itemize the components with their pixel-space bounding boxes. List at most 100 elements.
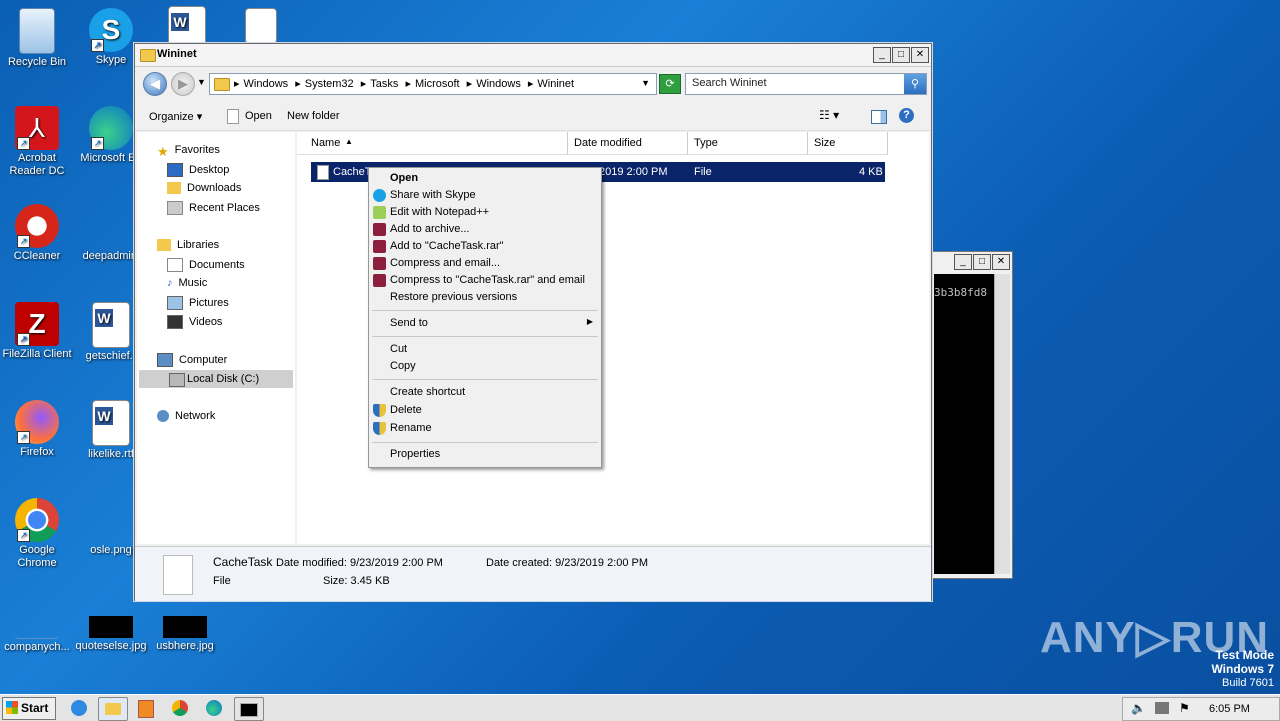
search-box[interactable]: Search Wininet ⚲ bbox=[685, 73, 927, 95]
network-icon bbox=[157, 410, 169, 423]
menu-item-create-shortcut[interactable]: Create shortcut bbox=[390, 386, 465, 398]
breadcrumb-item[interactable]: Windows bbox=[244, 78, 289, 90]
network-tray-icon[interactable] bbox=[1155, 702, 1169, 714]
maximize-button[interactable]: □ bbox=[892, 47, 910, 63]
title-bar[interactable]: Wininet _ □ ✕ bbox=[135, 44, 931, 67]
new-folder-button[interactable]: New folder bbox=[287, 110, 340, 122]
menu-item-rename[interactable]: Rename bbox=[390, 422, 432, 434]
maximize-button[interactable]: □ bbox=[973, 254, 991, 270]
window-title: Wininet bbox=[157, 48, 197, 60]
desktop-icon-companych[interactable]: companych... bbox=[0, 616, 74, 654]
help-icon[interactable]: ? bbox=[899, 108, 914, 123]
blank-file-icon bbox=[89, 204, 133, 248]
back-button[interactable]: ◀ bbox=[143, 72, 167, 96]
breadcrumb-item[interactable]: Windows bbox=[476, 78, 521, 90]
desktop-icon-chrome[interactable]: ↗ Google Chrome bbox=[0, 498, 74, 570]
desktop-icon-filezilla[interactable]: Z ↗ FileZilla Client bbox=[0, 302, 74, 361]
image-file-icon bbox=[89, 498, 133, 542]
search-input[interactable]: Search Wininet bbox=[692, 77, 767, 89]
system-tray: 🔈 ⚑ 6:05 PM bbox=[1122, 697, 1280, 721]
navigation-pane: ★ Favorites Desktop Downloads Recent Plac… bbox=[137, 132, 295, 544]
desktop-icon-ccleaner[interactable]: ↗ CCleaner bbox=[0, 204, 74, 263]
navigation-bar: ◀ ▶ ▼ ▸ Windows ▸ System32 ▸ Tasks ▸ Microso… bbox=[135, 68, 931, 98]
nav-computer[interactable]: Computer bbox=[157, 353, 227, 367]
nav-pictures[interactable]: Pictures bbox=[167, 296, 229, 310]
address-bar[interactable]: ▸ Windows ▸ System32 ▸ Tasks ▸ Microsoft ▸ Wi… bbox=[209, 73, 657, 95]
taskbar-chrome-icon[interactable] bbox=[166, 697, 194, 719]
taskbar-cmd-icon[interactable] bbox=[234, 697, 264, 721]
menu-item-compress-email[interactable]: Compress and email... bbox=[390, 257, 500, 269]
details-date-modified: Date modified: 9/23/2019 2:00 PM bbox=[276, 557, 443, 569]
preview-pane-icon[interactable] bbox=[871, 110, 887, 124]
refresh-button[interactable]: ⟳ bbox=[659, 74, 681, 94]
column-header-name[interactable]: Name ▲ bbox=[297, 132, 568, 155]
nav-desktop[interactable]: Desktop bbox=[167, 163, 229, 177]
cmd-scrollbar[interactable] bbox=[994, 274, 1010, 574]
folder-icon bbox=[140, 49, 156, 62]
nav-music[interactable]: ♪ Music bbox=[167, 277, 207, 289]
desktop-icon-usbhere[interactable]: usbhere.jpg bbox=[148, 616, 222, 653]
file-name: CacheT bbox=[333, 166, 372, 178]
menu-item-share-skype[interactable]: Share with Skype bbox=[390, 189, 476, 201]
chrome-icon: ↗ bbox=[15, 498, 59, 542]
nav-favorites[interactable]: ★ Favorites bbox=[157, 144, 220, 159]
menu-item-add-archive[interactable]: Add to archive... bbox=[390, 223, 470, 235]
breadcrumb-item[interactable]: System32 bbox=[305, 78, 354, 90]
taskbar-media-player-icon[interactable] bbox=[132, 697, 160, 719]
menu-item-restore-versions[interactable]: Restore previous versions bbox=[390, 291, 517, 303]
search-icon[interactable]: ⚲ bbox=[904, 74, 926, 94]
cmd-console[interactable] bbox=[934, 274, 994, 574]
nav-downloads[interactable]: Downloads bbox=[167, 182, 241, 195]
nav-recent-places[interactable]: Recent Places bbox=[167, 201, 260, 215]
desktop-icon-acrobat[interactable]: ⅄ ↗ Acrobat Reader DC bbox=[0, 106, 74, 178]
breadcrumb-item[interactable]: Wininet bbox=[537, 78, 574, 90]
breadcrumb-item[interactable]: Microsoft bbox=[415, 78, 460, 90]
recent-pages-chevron-icon[interactable]: ▼ bbox=[197, 77, 206, 87]
clock[interactable]: 6:05 PM bbox=[1209, 703, 1250, 715]
menu-item-edit-notepad[interactable]: Edit with Notepad++ bbox=[390, 206, 489, 218]
column-header-size[interactable]: Size bbox=[808, 132, 888, 155]
desktop-icon-settings-file[interactable] bbox=[224, 8, 298, 46]
menu-item-properties[interactable]: Properties bbox=[390, 448, 440, 460]
desktop-icon-quoteselse[interactable]: quoteselse.jpg bbox=[74, 616, 148, 653]
column-header-type[interactable]: Type bbox=[688, 132, 808, 155]
nav-local-disk[interactable]: Local Disk (C:) bbox=[139, 370, 293, 388]
taskbar-edge-icon[interactable] bbox=[200, 697, 228, 719]
menu-item-copy[interactable]: Copy bbox=[390, 360, 416, 372]
nav-videos[interactable]: Videos bbox=[167, 315, 222, 329]
breadcrumb-item[interactable]: Tasks bbox=[370, 78, 398, 90]
taskbar-explorer-icon[interactable] bbox=[98, 697, 128, 721]
taskbar-ie-icon[interactable] bbox=[66, 697, 94, 719]
menu-item-add-rar[interactable]: Add to "CacheTask.rar" bbox=[390, 240, 504, 252]
open-button[interactable]: Open bbox=[245, 110, 272, 122]
nav-documents[interactable]: Documents bbox=[167, 258, 245, 272]
column-header-date[interactable]: Date modified bbox=[568, 132, 688, 155]
view-options-icon[interactable]: ☷ ▾ bbox=[819, 108, 839, 122]
nav-libraries[interactable]: Libraries bbox=[157, 239, 219, 252]
menu-item-open[interactable]: Open bbox=[390, 172, 418, 184]
menu-item-cut[interactable]: Cut bbox=[390, 343, 407, 355]
winrar-icon bbox=[373, 240, 386, 253]
forward-button[interactable]: ▶ bbox=[171, 72, 195, 96]
menu-item-delete[interactable]: Delete bbox=[390, 404, 422, 416]
menu-item-send-to[interactable]: Send to bbox=[390, 317, 428, 329]
close-button[interactable]: ✕ bbox=[911, 47, 929, 63]
desktop-icon-firefox[interactable]: ↗ Firefox bbox=[0, 400, 74, 459]
volume-icon[interactable]: 🔈 bbox=[1131, 701, 1146, 715]
organize-button[interactable]: Organize ▾ bbox=[149, 110, 202, 123]
menu-item-compress-rar-email[interactable]: Compress to "CacheTask.rar" and email bbox=[390, 274, 585, 286]
taskbar: Start 🔈 ⚑ 6:05 PM bbox=[0, 694, 1280, 721]
address-dropdown-chevron-icon[interactable]: ▼ bbox=[641, 78, 650, 88]
minimize-button[interactable]: _ bbox=[873, 47, 891, 63]
ccleaner-icon: ↗ bbox=[15, 204, 59, 248]
desktop-icon-recycle-bin[interactable]: Recycle Bin bbox=[0, 8, 74, 69]
winrar-icon bbox=[373, 257, 386, 270]
nav-network[interactable]: Network bbox=[157, 410, 215, 423]
action-center-flag-icon[interactable]: ⚑ bbox=[1179, 701, 1190, 715]
close-button[interactable]: ✕ bbox=[992, 254, 1010, 270]
cmd-window[interactable]: _ □ ✕ 3b3b8fd8 bbox=[931, 251, 1013, 579]
minimize-button[interactable]: _ bbox=[954, 254, 972, 270]
open-file-icon bbox=[227, 109, 239, 124]
start-button[interactable]: Start bbox=[2, 697, 56, 720]
cmd-window-controls: _ □ ✕ bbox=[954, 254, 1010, 270]
